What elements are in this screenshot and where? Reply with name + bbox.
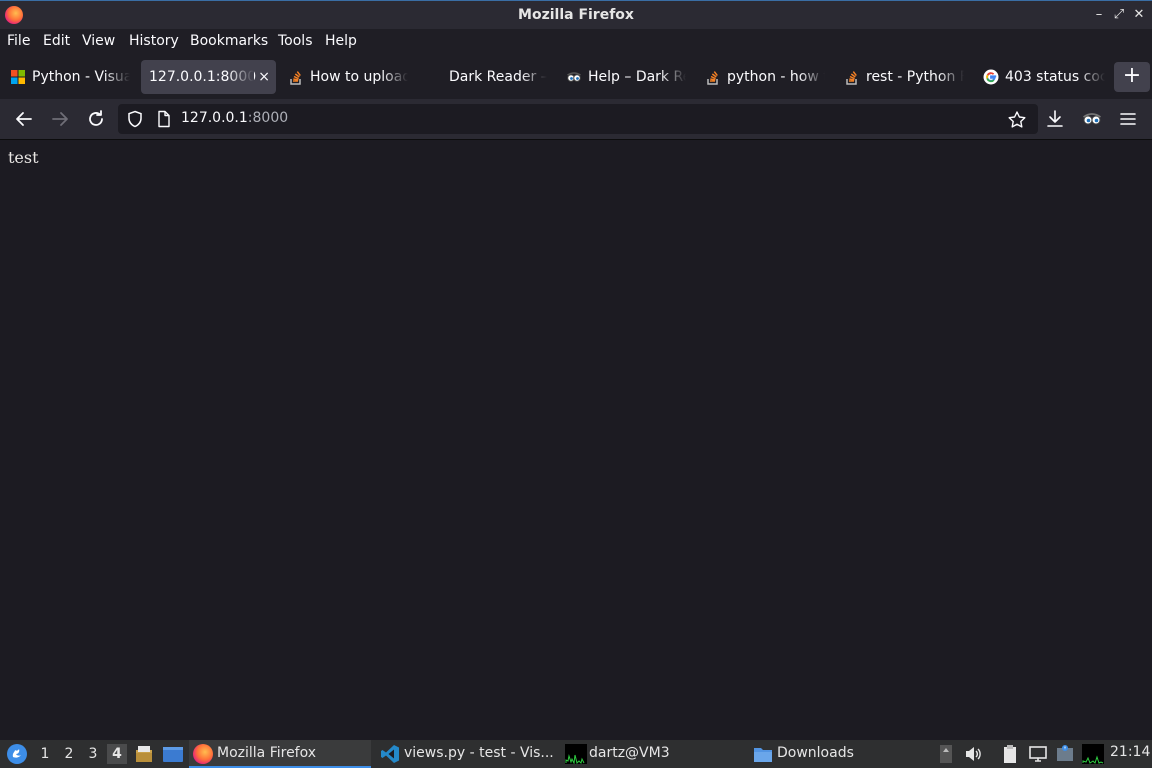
url-port: :8000: [247, 110, 289, 126]
taskbar-item-terminal[interactable]: dartz@VM3: [561, 740, 741, 768]
menu-help[interactable]: Help: [325, 33, 357, 49]
back-icon[interactable]: [12, 107, 36, 131]
file-manager-icon[interactable]: [134, 744, 154, 764]
window-title: Mozilla Firefox: [518, 7, 634, 23]
display-icon[interactable]: [1028, 744, 1048, 764]
url-text[interactable]: 127.0.0.1:8000: [181, 110, 288, 126]
dark-reader-icon: [567, 72, 581, 82]
dark-reader-icon[interactable]: [1082, 109, 1102, 129]
reload-icon[interactable]: [84, 107, 108, 131]
tab-bar: Python - Visua 127.0.0.1:8000 × How to u…: [0, 53, 1152, 99]
stackoverflow-icon: [846, 71, 857, 85]
page-icon[interactable]: [156, 110, 172, 128]
show-desktop-icon[interactable]: [162, 744, 184, 764]
close-icon[interactable]: ×: [258, 60, 270, 94]
volume-icon[interactable]: [963, 744, 983, 764]
forward-icon[interactable]: [48, 107, 72, 131]
tab-how-to-upload[interactable]: How to upload: [284, 60, 408, 94]
hamburger-menu-icon[interactable]: [1118, 109, 1138, 129]
firefox-icon: [193, 744, 213, 764]
url-host: 127.0.0.1: [181, 110, 248, 126]
tab-rest-python[interactable]: rest - Python F: [840, 60, 964, 94]
tab-help-dark-reader[interactable]: Help – Dark Re: [562, 60, 686, 94]
notification-icon[interactable]: [1055, 744, 1075, 764]
maximize-button[interactable]: ⤢: [1110, 6, 1128, 24]
workspace-3[interactable]: 3: [83, 744, 103, 764]
clipboard-icon[interactable]: [1000, 744, 1020, 764]
tab-dark-reader[interactable]: Dark Reader –: [423, 60, 547, 94]
title-bar: Mozilla Firefox – ⤢ ✕: [0, 0, 1152, 29]
page-body-text: test: [8, 148, 39, 167]
scroll-indicator-icon[interactable]: [936, 744, 956, 764]
star-icon[interactable]: [1007, 110, 1027, 130]
vscode-icon: [381, 745, 399, 763]
taskbar-item-label: Downloads: [777, 745, 854, 761]
workspace-2[interactable]: 2: [59, 744, 79, 764]
taskbar-item-label: views.py - test - Vis...: [404, 745, 554, 761]
google-icon: [983, 69, 999, 85]
new-tab-button[interactable]: +: [1114, 62, 1150, 92]
terminal-icon: [565, 744, 587, 764]
menu-edit[interactable]: Edit: [43, 33, 70, 49]
menu-tools[interactable]: Tools: [278, 33, 313, 49]
taskbar-item-label: Mozilla Firefox: [217, 745, 317, 761]
workspace-4[interactable]: 4: [107, 744, 127, 764]
shield-icon[interactable]: [126, 110, 144, 128]
taskbar-item-firefox[interactable]: Mozilla Firefox: [189, 740, 371, 768]
taskbar-item-label: dartz@VM3: [589, 745, 670, 761]
folder-icon: [754, 748, 772, 762]
start-menu-icon[interactable]: [6, 743, 28, 765]
cpu-monitor-icon[interactable]: [1082, 744, 1104, 764]
windows-logo-icon: [11, 70, 25, 84]
download-icon[interactable]: [1045, 109, 1065, 129]
taskbar-item-vscode[interactable]: views.py - test - Vis...: [376, 740, 554, 768]
menu-view[interactable]: View: [82, 33, 115, 49]
tab-403-status[interactable]: 403 status coc: [979, 60, 1105, 94]
taskbar: 1 2 3 4 Mozilla Firefox views.py - test …: [0, 740, 1152, 768]
tab-python-visual[interactable]: Python - Visua: [6, 60, 130, 94]
tab-localhost[interactable]: 127.0.0.1:8000 ×: [141, 60, 276, 94]
page-content: test: [0, 140, 1152, 740]
close-button[interactable]: ✕: [1130, 6, 1148, 24]
workspace-1[interactable]: 1: [35, 744, 55, 764]
clock[interactable]: 21:14: [1110, 744, 1150, 760]
menu-bar: File Edit View History Bookmarks Tools H…: [0, 29, 1152, 53]
taskbar-item-downloads[interactable]: Downloads: [749, 740, 929, 768]
menu-bookmarks[interactable]: Bookmarks: [190, 33, 268, 49]
menu-file[interactable]: File: [7, 33, 30, 49]
stackoverflow-icon: [290, 71, 301, 85]
menu-history[interactable]: History: [129, 33, 179, 49]
tab-python-how[interactable]: python - how t: [701, 60, 825, 94]
minimize-button[interactable]: –: [1090, 6, 1108, 24]
stackoverflow-icon: [707, 71, 718, 85]
url-bar[interactable]: 127.0.0.1:8000: [118, 104, 1038, 134]
